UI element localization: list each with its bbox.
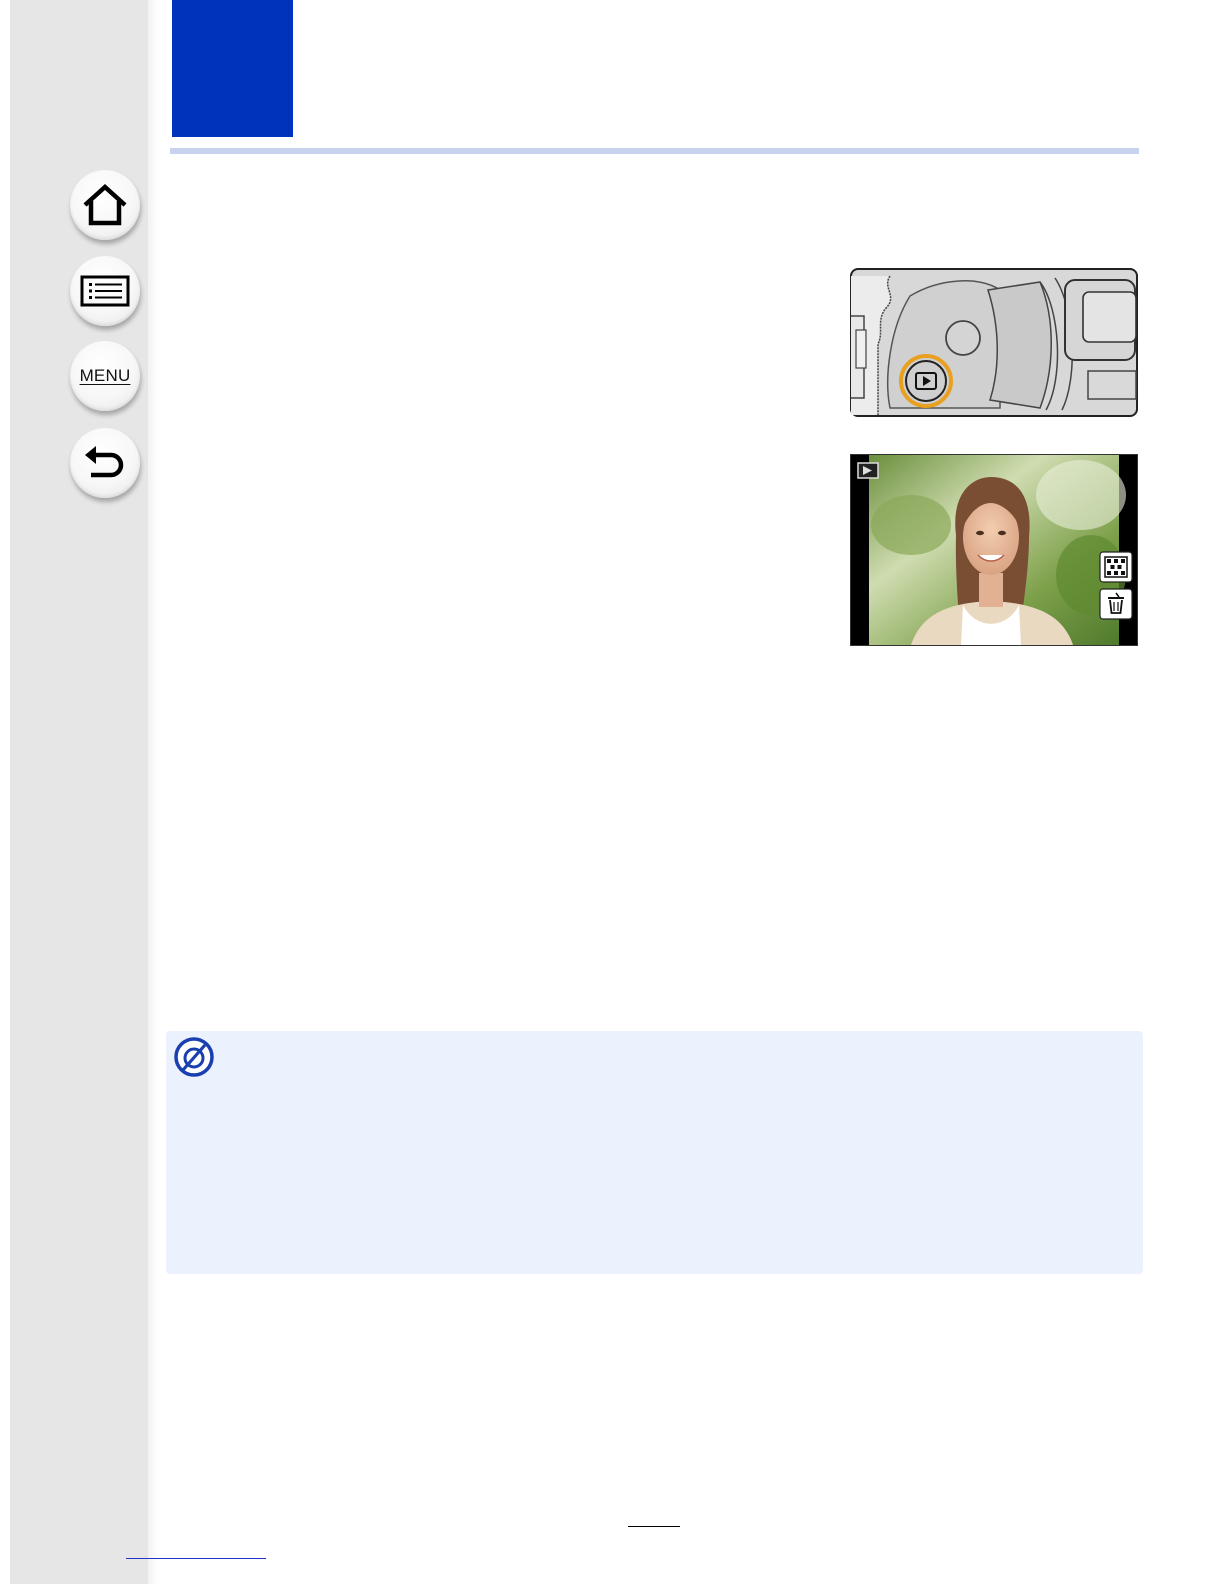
chapter-tab <box>172 0 293 137</box>
return-arrow-icon <box>81 443 129 483</box>
list-icon <box>80 275 130 307</box>
contents-button[interactable] <box>70 256 140 326</box>
home-icon <box>81 183 129 227</box>
sidebar-shadow <box>148 0 158 1584</box>
sidebar <box>10 0 148 1584</box>
note-box <box>166 1031 1143 1274</box>
playback-button-icon <box>905 360 947 402</box>
trash-icon[interactable] <box>1099 588 1133 620</box>
menu-icon: MENU <box>79 366 131 385</box>
footer-link[interactable] <box>126 1544 266 1559</box>
not-available-icon <box>174 1037 214 1081</box>
header-rule <box>170 148 1139 154</box>
playback-screen-illustration <box>850 454 1138 646</box>
page-number <box>628 1512 680 1527</box>
portrait-photo <box>851 455 1137 645</box>
thumbnail-grid-icon[interactable] <box>1099 551 1133 583</box>
playback-mode-icon <box>857 462 879 479</box>
home-button[interactable] <box>70 170 140 240</box>
camera-body-illustration <box>850 268 1138 417</box>
back-button[interactable] <box>70 428 140 498</box>
menu-button[interactable]: MENU <box>70 341 140 411</box>
